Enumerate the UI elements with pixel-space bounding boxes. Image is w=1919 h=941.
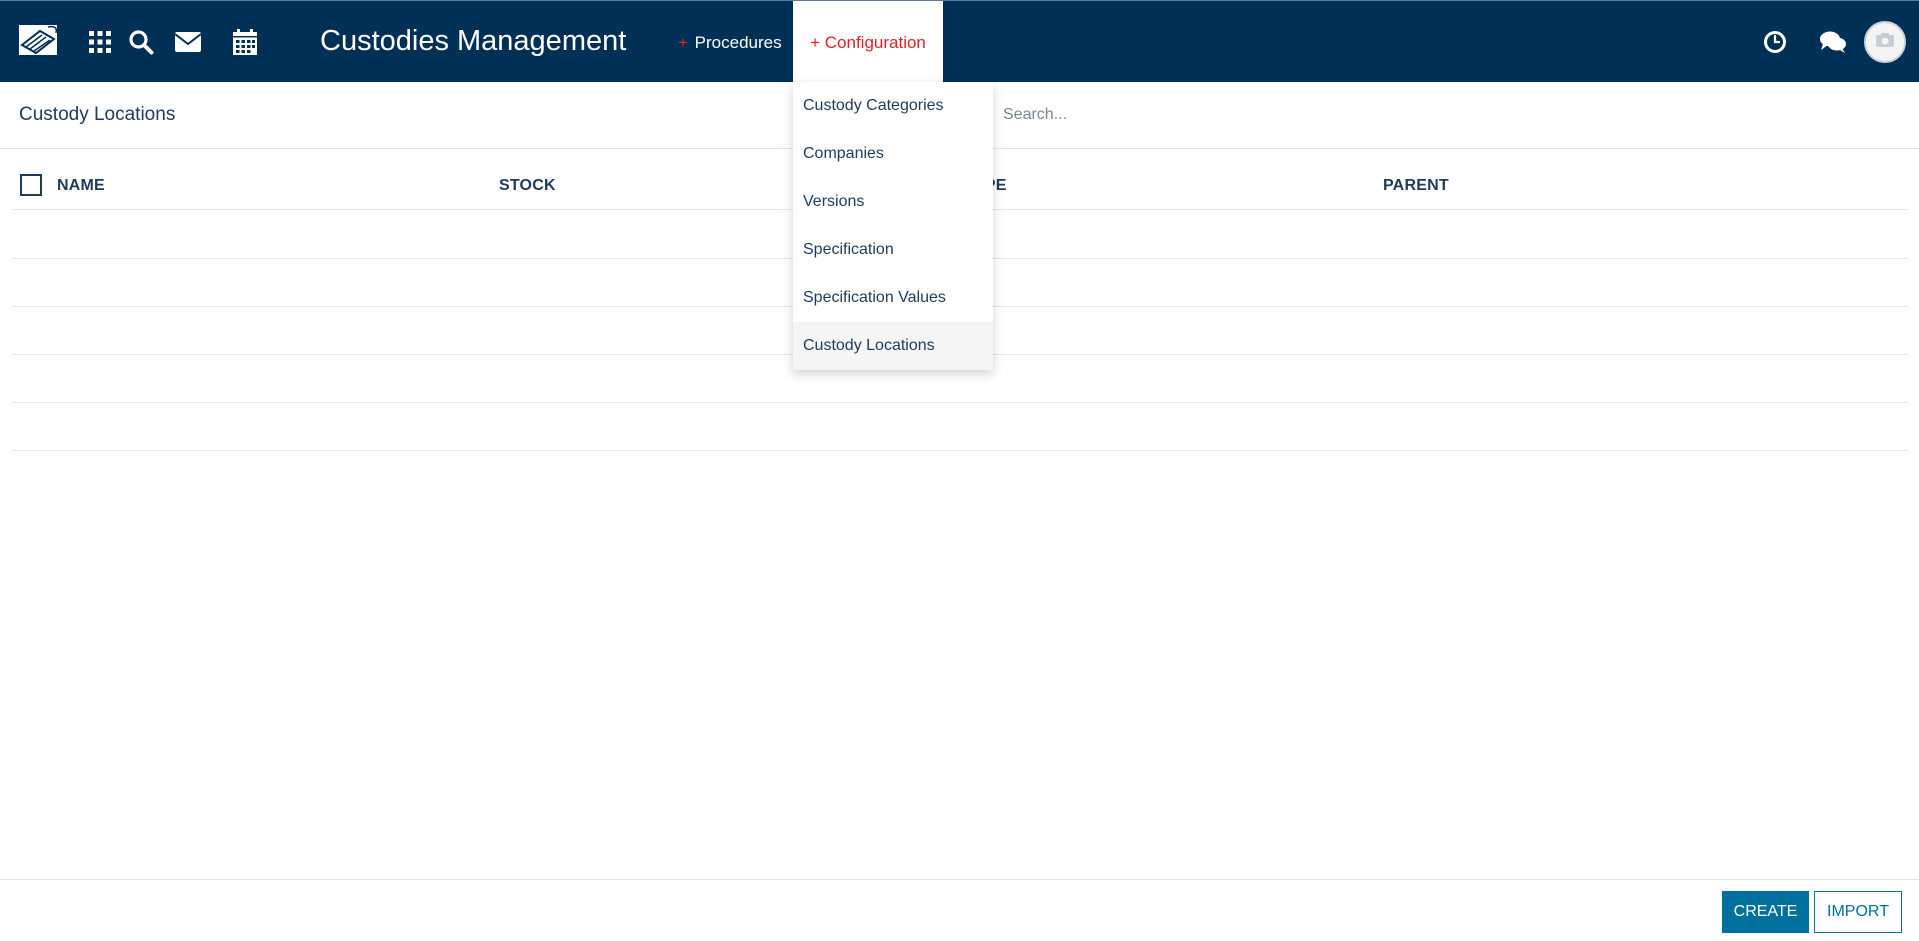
breadcrumb: Custody Locations	[19, 104, 176, 125]
clock-icon[interactable]	[1760, 27, 1790, 57]
mail-icon[interactable]	[173, 26, 203, 58]
create-button[interactable]: CREATE	[1722, 891, 1809, 933]
apps-grid-icon[interactable]	[85, 26, 115, 58]
procedures-label: Procedures	[694, 33, 782, 52]
column-header-name[interactable]: NAME	[57, 174, 105, 198]
bottom-divider	[0, 879, 1919, 880]
menu-procedures[interactable]: + Procedures	[668, 1, 792, 83]
menu-item-specification-values[interactable]: Specification Values	[793, 274, 993, 322]
avatar[interactable]	[1864, 21, 1906, 63]
table-row	[13, 402, 1908, 403]
menu-item-versions[interactable]: Versions	[793, 178, 993, 226]
column-header-stock[interactable]: STOCK	[499, 174, 556, 198]
camera-icon	[1875, 32, 1895, 53]
search-icon[interactable]	[126, 26, 156, 58]
app-title: Custodies Management	[320, 25, 627, 57]
select-all-checkbox[interactable]	[20, 174, 42, 196]
configuration-dropdown: Custody Categories Companies Versions Sp…	[793, 82, 993, 370]
menu-configuration[interactable]: + Configuration	[793, 1, 943, 83]
menu-item-custody-categories[interactable]: Custody Categories	[793, 82, 993, 130]
calendar-icon[interactable]	[230, 26, 260, 58]
menu-item-specification[interactable]: Specification	[793, 226, 993, 274]
search-input[interactable]	[995, 99, 1891, 131]
menu-item-custody-locations[interactable]: Custody Locations	[793, 322, 993, 370]
top-navbar: Custodies Management + Procedures + Conf…	[0, 0, 1919, 83]
app-logo[interactable]	[18, 23, 60, 59]
import-button[interactable]: IMPORT	[1814, 891, 1902, 933]
menu-item-companies[interactable]: Companies	[793, 130, 993, 178]
column-header-parent[interactable]: PARENT	[1383, 174, 1449, 198]
table-row	[13, 450, 1908, 451]
chat-icon[interactable]	[1818, 27, 1848, 57]
procedures-plus: +	[678, 33, 688, 52]
